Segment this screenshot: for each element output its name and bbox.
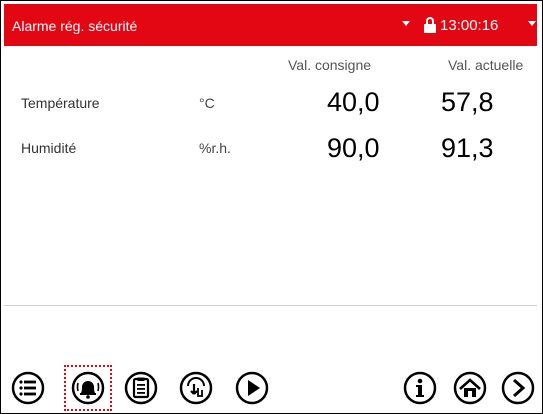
home-icon xyxy=(453,371,487,405)
manual-operation-button[interactable] xyxy=(178,370,214,406)
caret-down-icon[interactable] xyxy=(528,21,536,26)
next-icon xyxy=(501,371,535,405)
temperature-setpoint-value[interactable]: 40,0 xyxy=(327,87,380,118)
screen-title: Alarme rég. sécurité xyxy=(12,18,138,34)
alarm-button[interactable] xyxy=(70,370,106,406)
alarm-bell-icon xyxy=(71,371,105,405)
humidity-actual-value: 91,3 xyxy=(441,133,494,163)
column-setpoint-header: Val. consigne xyxy=(288,57,372,73)
clock-time: 13:00:16 xyxy=(440,17,499,34)
home-button[interactable] xyxy=(452,370,488,406)
parameter-temperature-unit: °C xyxy=(199,95,215,111)
controller-screen: Alarme rég. sécurité 13:00:16 Val. consi… xyxy=(0,0,543,414)
parameter-temperature-label: Température xyxy=(21,95,100,111)
parameter-humidity-label: Humidité xyxy=(21,140,77,156)
info-button[interactable] xyxy=(402,370,438,406)
info-icon xyxy=(403,371,437,405)
parameter-humidity-unit: %r.h. xyxy=(199,140,231,156)
humidity-setpoint-value[interactable]: 90,0 xyxy=(327,133,380,164)
title-bar: Alarme rég. sécurité 13:00:16 xyxy=(4,4,537,46)
play-icon xyxy=(235,371,269,405)
start-program-button[interactable] xyxy=(234,370,270,406)
clipboard-button[interactable] xyxy=(123,370,159,406)
menu-button[interactable] xyxy=(10,370,46,406)
temperature-actual-value: 57,8 xyxy=(441,87,494,117)
next-button[interactable] xyxy=(500,370,536,406)
caret-down-icon[interactable] xyxy=(402,21,410,26)
lock-icon xyxy=(424,17,436,33)
menu-icon xyxy=(11,371,45,405)
column-actual-header: Val. actuelle xyxy=(448,57,524,73)
divider xyxy=(4,305,537,306)
clipboard-icon xyxy=(124,371,158,405)
touch-down-icon xyxy=(179,371,213,405)
